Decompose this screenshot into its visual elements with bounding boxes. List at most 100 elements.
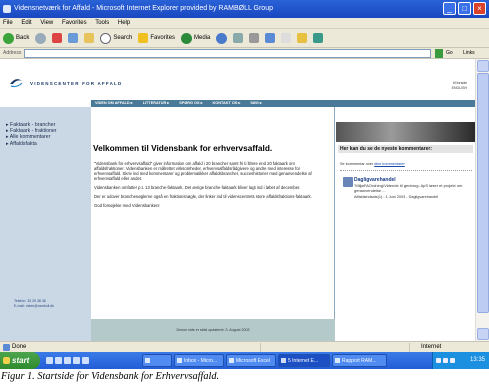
tray-icon[interactable] [436, 358, 441, 363]
page-icon [3, 344, 10, 351]
quick-launch-icon[interactable] [46, 357, 53, 364]
folder-icon[interactable] [297, 33, 308, 43]
maximize-button[interactable]: □ [458, 2, 471, 15]
close-button[interactable]: × [473, 2, 486, 15]
windows-logo-icon [3, 357, 10, 364]
comments-link[interactable]: dine kommentarer [374, 162, 405, 166]
menu-tools[interactable]: Tools [95, 20, 109, 26]
address-label: Address [3, 50, 22, 56]
main-navigation: VIDEN OM AFFALD ▸ LITTERATUR ▸ SPØRG OS … [91, 100, 335, 107]
task-icon [335, 358, 340, 363]
site-logo-text: VIDENSCENTER FOR AFFALD [30, 81, 123, 86]
task-icon [177, 358, 182, 363]
task-button-inbox[interactable]: Inbox - Micro... [174, 354, 224, 367]
status-panel [260, 343, 410, 352]
nav-kontakt-os[interactable]: KONTAKT OS ▸ [213, 101, 241, 105]
menu-file[interactable]: File [3, 20, 13, 26]
quick-launch-icon[interactable] [55, 357, 62, 364]
address-input[interactable] [24, 49, 431, 58]
site-header: VIDENSCENTER FOR AFFALD til forside ENGL… [0, 59, 475, 100]
media-button[interactable]: Media [181, 32, 210, 44]
comment-item[interactable]: Dagligvarehandel "MiljøFAOrdning/Vidende… [354, 177, 471, 199]
scroll-up-button[interactable] [477, 60, 489, 72]
search-button[interactable]: Search [100, 32, 133, 44]
right-column: Her kan du se de nyeste kommentarer: Se … [336, 107, 475, 341]
task-icon [229, 358, 234, 363]
forward-icon[interactable] [35, 32, 47, 44]
intro-paragraph-3: Der er udover branchenøglerne også en fr… [94, 194, 312, 199]
menu-help[interactable]: Help [118, 20, 130, 26]
comment-meta: Affaldsindsats(1) - 1.Juni 2003 - Daglig… [354, 194, 439, 199]
back-arrow-icon [3, 32, 14, 44]
subtitle-prefix: Se kommentar over [340, 162, 374, 166]
clock: 13:35 [469, 357, 485, 363]
header-links: til forside ENGLISH [452, 81, 467, 91]
scroll-down-button[interactable] [477, 328, 489, 340]
latest-comments-subtitle: Se kommentar over dine kommentarer [340, 162, 405, 166]
home-icon[interactable] [84, 33, 95, 43]
task-label: Microsoft Excel [236, 358, 270, 364]
nav-litteratur[interactable]: LITTERATUR ▸ [143, 101, 170, 105]
menu-edit[interactable]: Edit [21, 20, 31, 26]
contact-email[interactable]: E-mail: viden@ramboll.dk [14, 304, 54, 309]
latest-comments-title: Her kan du se de nyeste kommentarer: [338, 145, 473, 153]
task-icon [145, 358, 150, 363]
quick-launch-icon[interactable] [73, 357, 80, 364]
history-icon[interactable] [216, 32, 228, 44]
scroll-thumb[interactable] [477, 73, 489, 313]
star-icon [138, 33, 149, 43]
sidebar-contact: Telefon: 33 25 38 36 E-mail: viden@rambo… [14, 299, 54, 309]
status-bar: Done Internet [0, 341, 489, 352]
start-button[interactable]: start [0, 352, 40, 369]
page-title: Velkommen til Vidensbank for erhvervsaff… [93, 143, 273, 153]
sidebar-menu: ▸ Faktaark - brancher ▸ Faktaark - frakt… [6, 122, 56, 147]
messenger-icon[interactable] [313, 33, 324, 43]
content-footer: Denne side er sidst opdateret: 3. August… [91, 319, 335, 341]
nav-viden-om-affald[interactable]: VIDEN OM AFFALD ▸ [95, 101, 133, 105]
address-bar: Address Go Links [0, 48, 489, 59]
ie-window-icon [3, 5, 11, 13]
task-label: Inbox - Micro... [184, 358, 218, 364]
stop-icon[interactable] [52, 33, 63, 43]
task-button-rapport[interactable]: Rapport RAM... [332, 354, 387, 367]
minimize-button[interactable]: _ [443, 2, 456, 15]
print-icon[interactable] [249, 33, 260, 43]
discuss-icon[interactable] [281, 33, 292, 43]
favorites-button[interactable]: Favorites [138, 33, 175, 43]
search-icon [100, 32, 112, 44]
header-photo [336, 122, 475, 142]
menu-view[interactable]: View [40, 20, 53, 26]
edit-icon[interactable] [265, 33, 276, 43]
sidebar-item-affaldsfakta[interactable]: ▸ Affaldsfakta [6, 141, 56, 147]
left-sidebar: ▸ Faktaark - brancher ▸ Faktaark - frakt… [0, 107, 91, 341]
tray-icon[interactable] [450, 358, 455, 363]
nav-soeg[interactable]: SØG ▸ [250, 101, 261, 105]
menu-favorites[interactable]: Favorites [62, 20, 87, 26]
task-button-excel[interactable]: Microsoft Excel [226, 354, 276, 367]
mail-icon[interactable] [233, 33, 244, 43]
search-label: Search [113, 35, 133, 41]
go-button[interactable]: Go [446, 48, 453, 59]
quick-launch-icon[interactable] [64, 357, 71, 364]
quick-launch [46, 357, 89, 364]
vertical-scrollbar[interactable] [475, 59, 489, 341]
refresh-icon[interactable] [68, 33, 79, 43]
links-button[interactable]: Links [463, 48, 475, 59]
screenshot: Vidensnetværk for Affald - Microsoft Int… [0, 0, 489, 386]
back-label: Back [16, 35, 30, 41]
task-button-blank[interactable] [142, 354, 172, 367]
site-logo-icon[interactable] [8, 76, 24, 89]
quick-launch-icon[interactable] [82, 357, 89, 364]
intro-paragraph-2: Vidensbanken omfatter p.t. 13 branche-fa… [94, 185, 301, 190]
media-icon [181, 32, 193, 44]
dotted-divider [340, 170, 472, 171]
system-tray: 13:35 [432, 352, 489, 369]
sidebar-item-alle-kommentarer[interactable]: ▸ Alle kommentarer [6, 134, 56, 140]
task-button-internet-explorer[interactable]: 5 Internet E... [278, 354, 330, 367]
back-button[interactable]: Back [3, 32, 30, 44]
go-arrow-icon[interactable] [435, 49, 443, 58]
main-content: Velkommen til Vidensbank for erhvervsaff… [91, 107, 335, 319]
nav-spoerg-os[interactable]: SPØRG OS ▸ [179, 101, 202, 105]
header-link-english[interactable]: ENGLISH [452, 86, 467, 91]
tray-icon[interactable] [443, 358, 448, 363]
